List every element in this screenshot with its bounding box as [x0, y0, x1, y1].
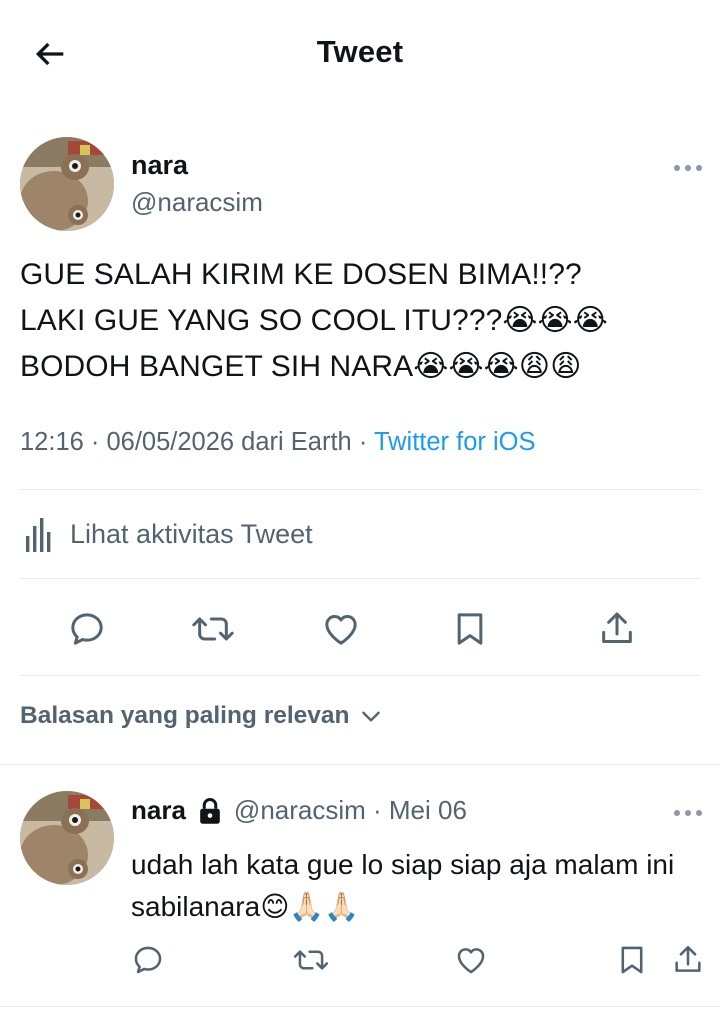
- reply-author-name[interactable]: nara: [131, 795, 186, 826]
- more-icon: [674, 810, 702, 816]
- replies-sort-label: Balasan yang paling relevan: [20, 702, 350, 729]
- reply-handle-date[interactable]: @naracsim · Mei 06: [234, 795, 467, 826]
- reply-share-button[interactable]: [668, 940, 708, 980]
- share-icon: [675, 945, 701, 972]
- retweet-icon: [192, 617, 234, 641]
- divider: [0, 764, 720, 765]
- divider: [20, 489, 700, 490]
- retweet-icon: [293, 950, 329, 970]
- tweet-timestamp: 12:16 · 06/05/2026 dari Earth ·: [20, 428, 374, 456]
- reply-more-button[interactable]: [670, 803, 706, 823]
- tweet-source-link[interactable]: Twitter for iOS: [374, 428, 536, 456]
- like-button[interactable]: [316, 604, 366, 654]
- reply-text: udah lah kata gue lo siap siap aja malam…: [131, 849, 675, 922]
- view-activity-button[interactable]: Lihat aktivitas Tweet: [20, 512, 313, 556]
- author-handle[interactable]: @naracsim: [131, 187, 263, 218]
- retweet-button[interactable]: [188, 604, 238, 654]
- more-button[interactable]: [670, 158, 706, 178]
- reply-header: nara @naracsim · Mei 06: [131, 795, 467, 826]
- avatar[interactable]: [20, 137, 114, 231]
- bookmark-icon: [457, 613, 483, 645]
- reply-like-button[interactable]: [451, 940, 491, 980]
- reply-icon: [71, 613, 103, 645]
- share-button[interactable]: [592, 604, 642, 654]
- share-icon: [602, 612, 632, 643]
- tweet-meta: 12:16 · 06/05/2026 dari Earth · Twitter …: [20, 428, 535, 457]
- tweet-text: GUE SALAH KIRIM KE DOSEN BIMA!!?? LAKI G…: [20, 258, 608, 383]
- reply-avatar[interactable]: [20, 791, 114, 885]
- page-title: Tweet: [316, 34, 404, 69]
- more-icon: [674, 165, 702, 171]
- activity-label: Lihat aktivitas Tweet: [70, 518, 313, 549]
- reply-icon: [134, 946, 162, 974]
- reply-button[interactable]: [62, 604, 112, 654]
- top-bar: Tweet: [0, 0, 720, 105]
- reply-retweet-button[interactable]: [290, 940, 332, 980]
- reply-bookmark-button[interactable]: [612, 940, 652, 980]
- reply-reply-button[interactable]: [128, 940, 168, 980]
- author-name[interactable]: nara: [131, 150, 188, 181]
- like-icon: [325, 615, 357, 645]
- chevron-down-icon: [361, 711, 380, 722]
- divider: [20, 578, 700, 579]
- divider: [20, 675, 700, 676]
- chart-icon: [26, 518, 51, 552]
- bookmark-button[interactable]: [445, 604, 495, 654]
- like-icon: [457, 948, 485, 974]
- divider: [0, 1006, 720, 1007]
- lock-icon: [200, 797, 220, 824]
- bookmark-icon: [621, 946, 643, 974]
- replies-sort-button[interactable]: Balasan yang paling relevan: [20, 702, 384, 730]
